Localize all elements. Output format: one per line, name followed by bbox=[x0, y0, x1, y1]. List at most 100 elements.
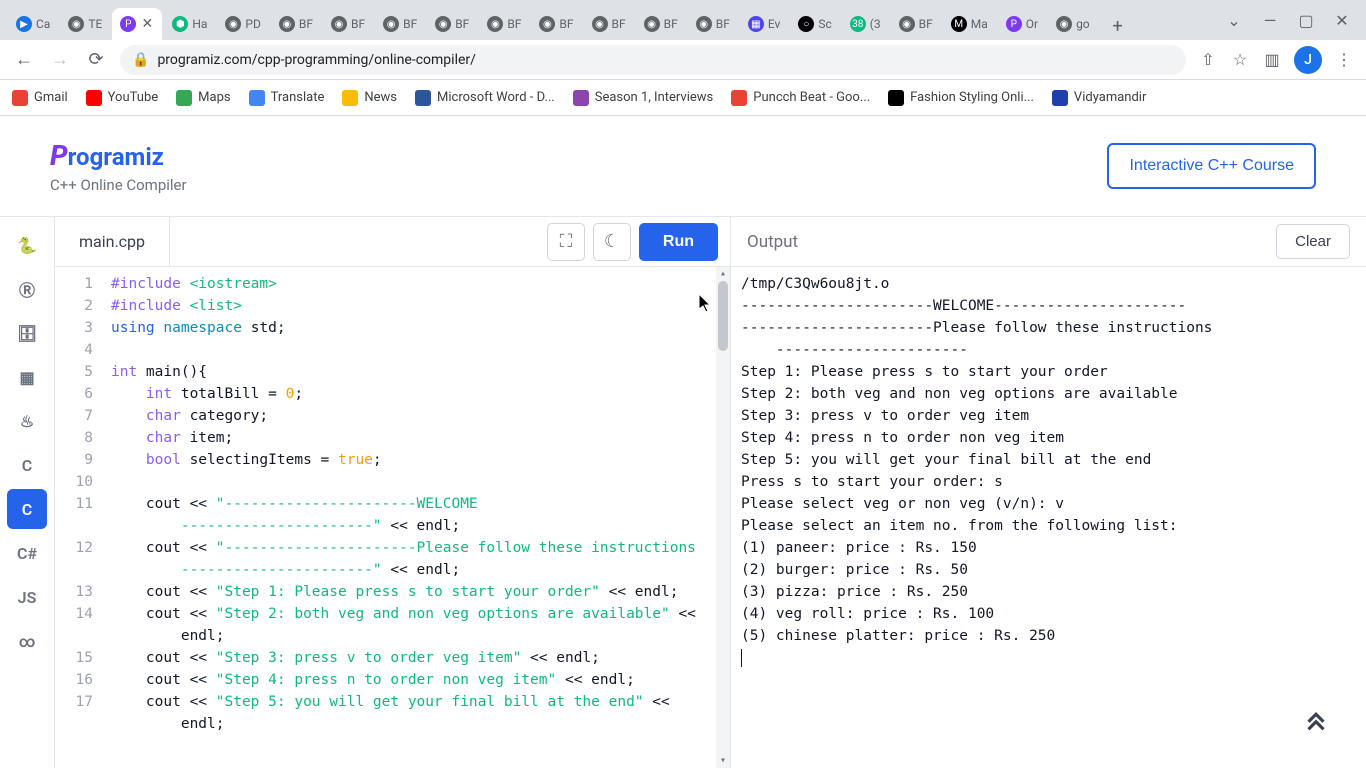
scroll-up-icon[interactable]: ▴ bbox=[716, 267, 730, 281]
lang-py[interactable]: 🐍 bbox=[7, 225, 47, 265]
tab-favicon: ◉ bbox=[331, 16, 347, 32]
side-panel-icon[interactable]: ▥ bbox=[1262, 50, 1282, 70]
tab-search-icon[interactable]: ⌄ bbox=[1226, 12, 1242, 28]
code-line: int totalBill = 0; bbox=[111, 383, 722, 405]
bookmark-item[interactable]: Puncch Beat - Goo... bbox=[731, 90, 870, 106]
browser-tab[interactable]: MMa bbox=[943, 8, 996, 40]
browser-tab[interactable]: ◉BF bbox=[636, 8, 686, 40]
tab-favicon: ◉ bbox=[279, 16, 295, 32]
browser-tab[interactable]: ◉BF bbox=[891, 8, 941, 40]
line-number bbox=[55, 625, 93, 647]
subtitle: C++ Online Compiler bbox=[50, 176, 187, 194]
bookmark-item[interactable]: Season 1, Interviews bbox=[573, 90, 714, 106]
bookmark-item[interactable]: Translate bbox=[249, 90, 325, 106]
code-editor[interactable]: 1234567891011121314151617 #include <iost… bbox=[55, 267, 730, 768]
lang-cs[interactable]: C# bbox=[7, 533, 47, 573]
text-cursor bbox=[741, 649, 742, 667]
bookmark-star-icon[interactable]: ☆ bbox=[1230, 50, 1250, 70]
bookmark-item[interactable]: News bbox=[342, 90, 397, 106]
tab-label: BF bbox=[919, 17, 933, 31]
bookmark-favicon bbox=[1052, 90, 1068, 106]
lang-go[interactable]: ∞ bbox=[7, 621, 47, 661]
bookmark-item[interactable]: Maps bbox=[176, 90, 230, 106]
output-line: Press s to start your order: s bbox=[741, 471, 1356, 493]
tab-favicon: 38 bbox=[850, 16, 866, 32]
browser-tab[interactable]: 38(3 bbox=[842, 8, 889, 40]
lang-JS[interactable]: JS bbox=[7, 577, 47, 617]
new-tab-button[interactable]: + bbox=[1104, 12, 1132, 40]
browser-tab[interactable]: ◉ BF bbox=[271, 8, 321, 40]
browser-tab[interactable]: ▦Ev bbox=[740, 8, 788, 40]
bookmark-label: Puncch Beat - Goo... bbox=[753, 90, 870, 105]
browser-tab[interactable]: ◉BF bbox=[323, 8, 373, 40]
address-bar[interactable]: 🔒 programiz.com/cpp-programming/online-c… bbox=[120, 45, 1186, 75]
tab-favicon: M bbox=[951, 16, 967, 32]
bookmark-item[interactable]: Fashion Styling Onli... bbox=[888, 90, 1034, 106]
code-line: #include <iostream> bbox=[111, 273, 722, 295]
line-number bbox=[55, 515, 93, 537]
scroll-to-top-icon[interactable] bbox=[1294, 696, 1338, 740]
bookmark-favicon bbox=[415, 90, 431, 106]
lang-html[interactable]: ▦ bbox=[7, 357, 47, 397]
tab-favicon: ◉ bbox=[225, 16, 241, 32]
browser-tab[interactable]: ◉BF bbox=[375, 8, 425, 40]
browser-tab[interactable]: ⬢Ha bbox=[164, 8, 215, 40]
profile-avatar[interactable]: J bbox=[1294, 46, 1322, 74]
scroll-down-icon[interactable]: ▾ bbox=[716, 754, 730, 768]
file-tab[interactable]: main.cpp bbox=[55, 217, 170, 266]
close-window-button[interactable]: ✕ bbox=[1334, 12, 1350, 28]
line-number: 15 bbox=[55, 647, 93, 669]
lang-db[interactable]: 🗄 bbox=[7, 313, 47, 353]
browser-tab[interactable]: ◉BF bbox=[479, 8, 529, 40]
clear-button[interactable]: Clear bbox=[1276, 224, 1350, 259]
browser-tab[interactable]: POr bbox=[998, 8, 1046, 40]
code-content[interactable]: #include <iostream>#include <list>using … bbox=[103, 267, 730, 768]
code-line: #include <list> bbox=[111, 295, 722, 317]
bookmark-item[interactable]: Microsoft Word - D... bbox=[415, 90, 555, 106]
editor-header: main.cpp ⛶ ☾ Run bbox=[55, 217, 730, 267]
theme-toggle-icon[interactable]: ☾ bbox=[593, 223, 631, 261]
browser-tab[interactable]: P✕ bbox=[112, 8, 162, 40]
browser-tab[interactable]: ◉BF bbox=[584, 8, 634, 40]
interactive-course-button[interactable]: Interactive C++ Course bbox=[1107, 143, 1316, 189]
browser-tab[interactable]: ◉TE bbox=[60, 8, 110, 40]
editor-panel: main.cpp ⛶ ☾ Run 12345678910111213141516… bbox=[55, 217, 731, 768]
browser-tab[interactable]: ◉go bbox=[1048, 8, 1098, 40]
bookmark-item[interactable]: Vidyamandir bbox=[1052, 90, 1146, 106]
browser-tab[interactable]: ◉BF bbox=[688, 8, 738, 40]
reload-button[interactable]: ⟳ bbox=[84, 48, 108, 72]
lang-R[interactable]: Ⓡ bbox=[7, 269, 47, 309]
tab-label: Sc bbox=[818, 17, 831, 31]
minimize-button[interactable]: — bbox=[1262, 12, 1278, 28]
output-line: (1) paneer: price : Rs. 150 bbox=[741, 537, 1356, 559]
fullscreen-icon[interactable]: ⛶ bbox=[547, 223, 585, 261]
editor-scrollbar[interactable]: ▴ ▾ bbox=[716, 267, 730, 768]
tab-favicon: ▶ bbox=[16, 16, 32, 32]
browser-tab[interactable]: ◉BF bbox=[427, 8, 477, 40]
tab-label: TE bbox=[88, 17, 102, 31]
bookmark-item[interactable]: YouTube bbox=[86, 90, 159, 106]
lang-cpp[interactable]: C bbox=[7, 489, 47, 529]
output-line: Step 1: Please press s to start your ord… bbox=[741, 361, 1356, 383]
back-button[interactable]: ← bbox=[12, 48, 36, 72]
run-button[interactable]: Run bbox=[639, 223, 718, 261]
browser-tab[interactable]: ○Sc bbox=[790, 8, 839, 40]
bookmark-label: Microsoft Word - D... bbox=[437, 90, 555, 105]
line-number: 9 bbox=[55, 449, 93, 471]
scrollbar-thumb[interactable] bbox=[718, 281, 728, 351]
browser-tab[interactable]: ◉PD bbox=[217, 8, 268, 40]
share-icon[interactable]: ⇧ bbox=[1198, 50, 1218, 70]
bookmark-item[interactable]: Gmail bbox=[12, 90, 68, 106]
lang-java[interactable]: ♨ bbox=[7, 401, 47, 441]
tab-close-icon[interactable]: ✕ bbox=[140, 17, 154, 31]
menu-icon[interactable]: ⋮ bbox=[1334, 50, 1354, 70]
lang-c[interactable]: C bbox=[7, 445, 47, 485]
output-console[interactable]: /tmp/C3Qw6ou8jt.o----------------------W… bbox=[731, 267, 1366, 768]
code-line: cout << "Step 5: you will get your final… bbox=[111, 691, 722, 713]
maximize-button[interactable]: ▢ bbox=[1298, 12, 1314, 28]
browser-tab[interactable]: ◉BF bbox=[531, 8, 581, 40]
bookmark-favicon bbox=[573, 90, 589, 106]
browser-tab[interactable]: ▶Ca bbox=[8, 8, 58, 40]
forward-button[interactable]: → bbox=[48, 48, 72, 72]
tab-label: BF bbox=[299, 17, 313, 31]
